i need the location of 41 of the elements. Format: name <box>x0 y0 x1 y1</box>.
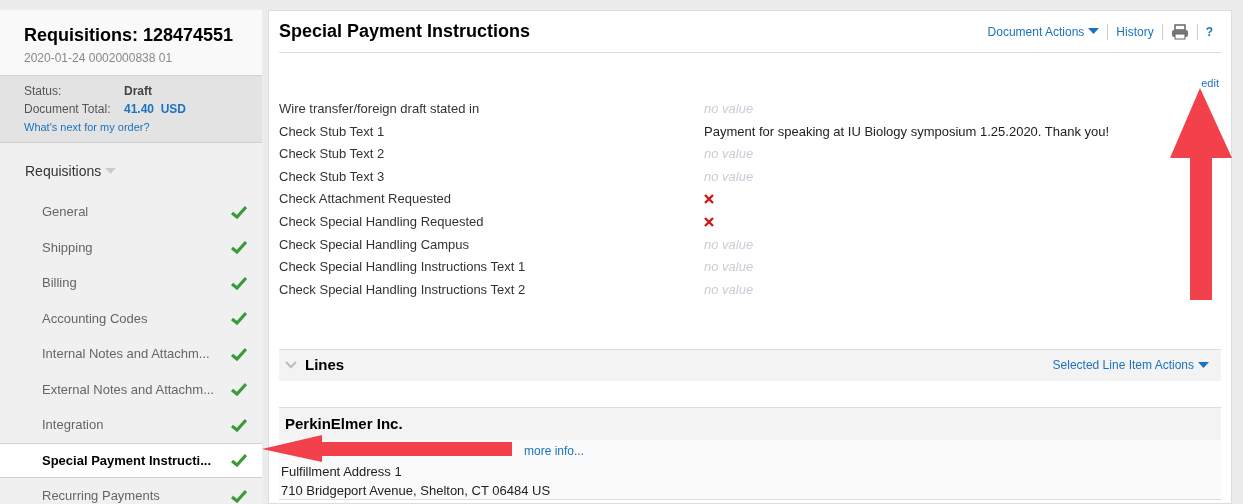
caret-icon <box>1088 28 1100 35</box>
sidebar-item[interactable]: Shipping <box>0 229 262 265</box>
line-actions-button[interactable]: Selected Line Item Actions <box>1052 356 1215 375</box>
total-label: Document Total: <box>24 101 112 118</box>
sidebar-item[interactable]: Special Payment Instructi... <box>0 442 262 478</box>
requisition-title: Requisitions: 128474551 <box>24 24 235 47</box>
sidebar-item[interactable]: Integration <box>0 407 262 443</box>
help-button[interactable]: ? <box>1197 22 1221 41</box>
field-label: Check Stub Text 1 <box>279 122 386 141</box>
lines-title: Lines <box>305 355 345 376</box>
printer-icon[interactable] <box>1170 23 1189 40</box>
page-title: Special Payment Instructions <box>279 20 531 43</box>
history-link[interactable]: History <box>1108 22 1162 41</box>
field-label: Check Stub Text 3 <box>279 167 386 186</box>
field-label: Check Stub Text 2 <box>279 145 386 164</box>
field-value: Payment for speaking at IU Biology symposium 1.25.2020. Thank you! <box>704 122 1110 141</box>
address-text: 710 Bridgeport Avenue, Shelton, CT 06484 US <box>281 482 552 501</box>
edit-link[interactable]: edit <box>1201 75 1219 92</box>
more-info-link[interactable]: more info... <box>524 441 585 460</box>
supplier-header: PerkinElmer Inc. <box>279 406 1221 440</box>
sidebar-item[interactable]: Recurring Payments <box>0 478 262 504</box>
document-actions-button[interactable]: Document Actions <box>979 22 1108 41</box>
sidebar-item[interactable]: General <box>0 194 262 230</box>
field-label: Check Attachment Requested <box>279 190 452 209</box>
sidebar-item[interactable]: External Notes and Attachm... <box>0 371 262 407</box>
field-label: Check Special Handling Requested <box>279 213 485 231</box>
field-label: Check Special Handling Instructions Text 2 <box>279 280 527 299</box>
field-label: Wire transfer/foreign draft stated in <box>279 100 481 119</box>
caret-icon <box>1198 361 1209 369</box>
field-label: Check Special Handling Campus <box>279 235 471 254</box>
status-value: Draft <box>124 83 152 100</box>
status-label: Status: <box>24 83 63 100</box>
total-value: 41.40 USD <box>124 101 187 118</box>
sidebar-item[interactable]: Internal Notes and Attachm... <box>0 336 262 372</box>
next-steps-link[interactable]: What's next for my order? <box>24 121 150 133</box>
field-label: Check Special Handling Instructions Text 1 <box>279 258 527 277</box>
address-label: Fulfillment Address 1 <box>281 462 403 481</box>
sidebar-item[interactable]: Billing <box>0 265 262 301</box>
requisition-subtitle: 2020-01-24 0002000838 01 <box>24 50 174 67</box>
sidebar-item[interactable]: Accounting Codes <box>0 300 262 336</box>
section-heading: Requisitions <box>25 162 102 181</box>
